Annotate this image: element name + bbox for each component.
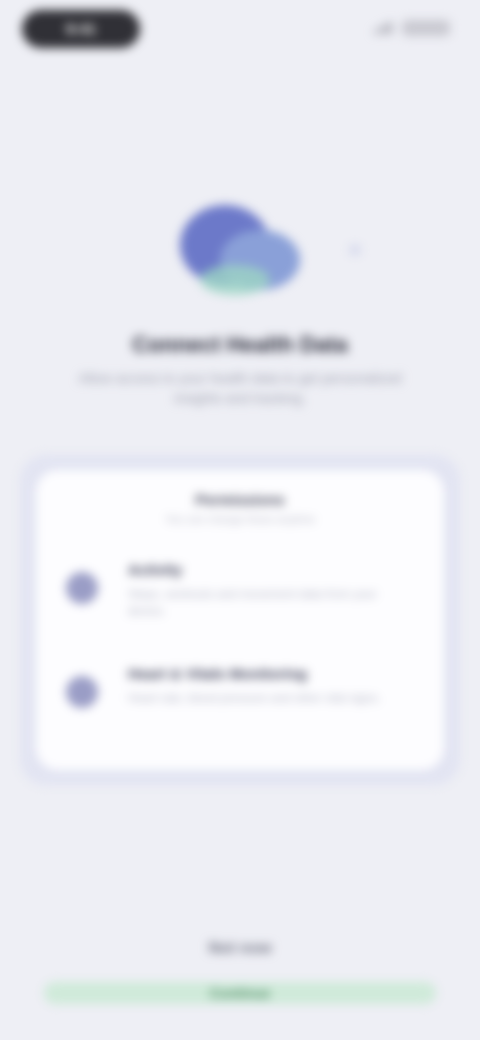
permission-title: Activity (128, 562, 183, 579)
permission-title: Heart & Vitals Monitoring (128, 666, 307, 683)
card-subtitle: You can change these anytime (164, 514, 316, 526)
not-now-button[interactable]: Not now (0, 940, 480, 958)
heart-icon (66, 676, 98, 708)
status-icons (374, 20, 450, 36)
permission-description: Steps, workouts and movement data from y… (128, 587, 377, 618)
page-subtitle: Allow access to your health data to get … (78, 370, 402, 406)
status-time: 9:41 (22, 10, 140, 48)
battery-icon (402, 20, 450, 36)
permission-item-activity[interactable]: Activity Steps, workouts and movement da… (60, 562, 420, 632)
permissions-card: Permissions You can change these anytime… (36, 470, 444, 770)
continue-button[interactable]: Continue (44, 982, 436, 1004)
screen: 9:41 Connect Health Data Allow access to… (0, 0, 480, 1040)
card-title: Permissions (195, 492, 285, 509)
permission-item-heart[interactable]: Heart & Vitals Monitoring Heart rate, bl… (60, 666, 420, 736)
signal-icon (374, 22, 392, 34)
page-title: Connect Health Data (132, 332, 348, 357)
permission-description: Heart rate, blood pressure and other vit… (128, 691, 381, 705)
health-illustration (165, 185, 360, 325)
activity-icon (66, 572, 98, 604)
